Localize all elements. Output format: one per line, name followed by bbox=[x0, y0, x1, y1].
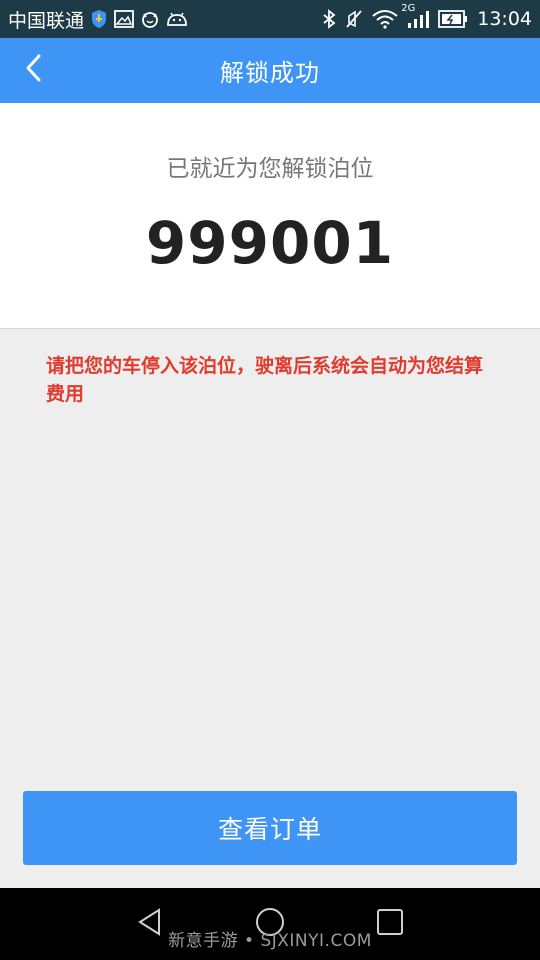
clock: 13:04 bbox=[477, 8, 532, 30]
parking-spot-code: 999001 bbox=[145, 209, 395, 277]
notice-text: 请把您的车停入该泊位，驶离后系统会自动为您结算费用 bbox=[46, 355, 484, 405]
page-title: 解锁成功 bbox=[220, 59, 320, 87]
result-subtitle: 已就近为您解锁泊位 bbox=[166, 156, 374, 182]
cat-icon bbox=[140, 10, 160, 28]
shield-icon bbox=[90, 9, 108, 29]
status-bar: 中国联通 2G 13:04 bbox=[0, 0, 540, 38]
mute-icon bbox=[345, 9, 363, 29]
bluetooth-icon bbox=[322, 9, 336, 29]
chevron-left-icon bbox=[24, 53, 44, 87]
carrier-label: 中国联通 bbox=[8, 9, 85, 32]
view-order-label: 查看订单 bbox=[217, 815, 322, 844]
network-type-label: 2G bbox=[401, 3, 416, 14]
signal-icon: 2G bbox=[401, 3, 430, 29]
view-order-button[interactable]: 查看订单 bbox=[23, 791, 517, 865]
android-icon bbox=[166, 11, 188, 27]
back-button[interactable] bbox=[12, 48, 56, 92]
battery-icon bbox=[438, 10, 468, 28]
app-bar: 解锁成功 bbox=[0, 38, 540, 103]
watermark-text: 新意手游 • SJXINYI.COM bbox=[168, 931, 372, 951]
result-card: 已就近为您解锁泊位 999001 bbox=[0, 103, 540, 329]
system-nav-bar: 新意手游 • SJXINYI.COM bbox=[0, 888, 540, 960]
wifi-icon bbox=[372, 9, 398, 29]
status-right: 2G 13:04 bbox=[322, 3, 532, 30]
status-left: 中国联通 bbox=[8, 6, 188, 33]
image-icon bbox=[114, 10, 134, 28]
